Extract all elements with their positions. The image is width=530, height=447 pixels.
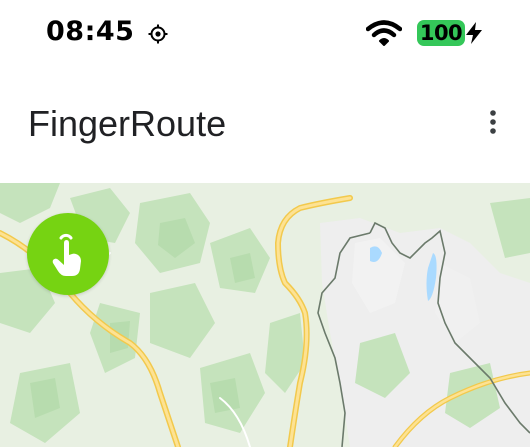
location-target-icon (148, 24, 168, 44)
gesture-mode-button[interactable] (27, 213, 109, 295)
battery-level: 100 (419, 21, 463, 45)
touch-finger-icon (52, 233, 81, 276)
wifi-icon (366, 20, 402, 46)
app-title: FingerRoute (28, 103, 227, 144)
battery-indicator: 100 (417, 20, 465, 46)
more-vertical-icon[interactable] (481, 107, 505, 137)
status-time: 08:45 (46, 16, 135, 47)
bolt-icon (466, 22, 482, 44)
status-bar: 08:45 100 (0, 0, 530, 68)
app-bar: FingerRoute (0, 68, 530, 183)
